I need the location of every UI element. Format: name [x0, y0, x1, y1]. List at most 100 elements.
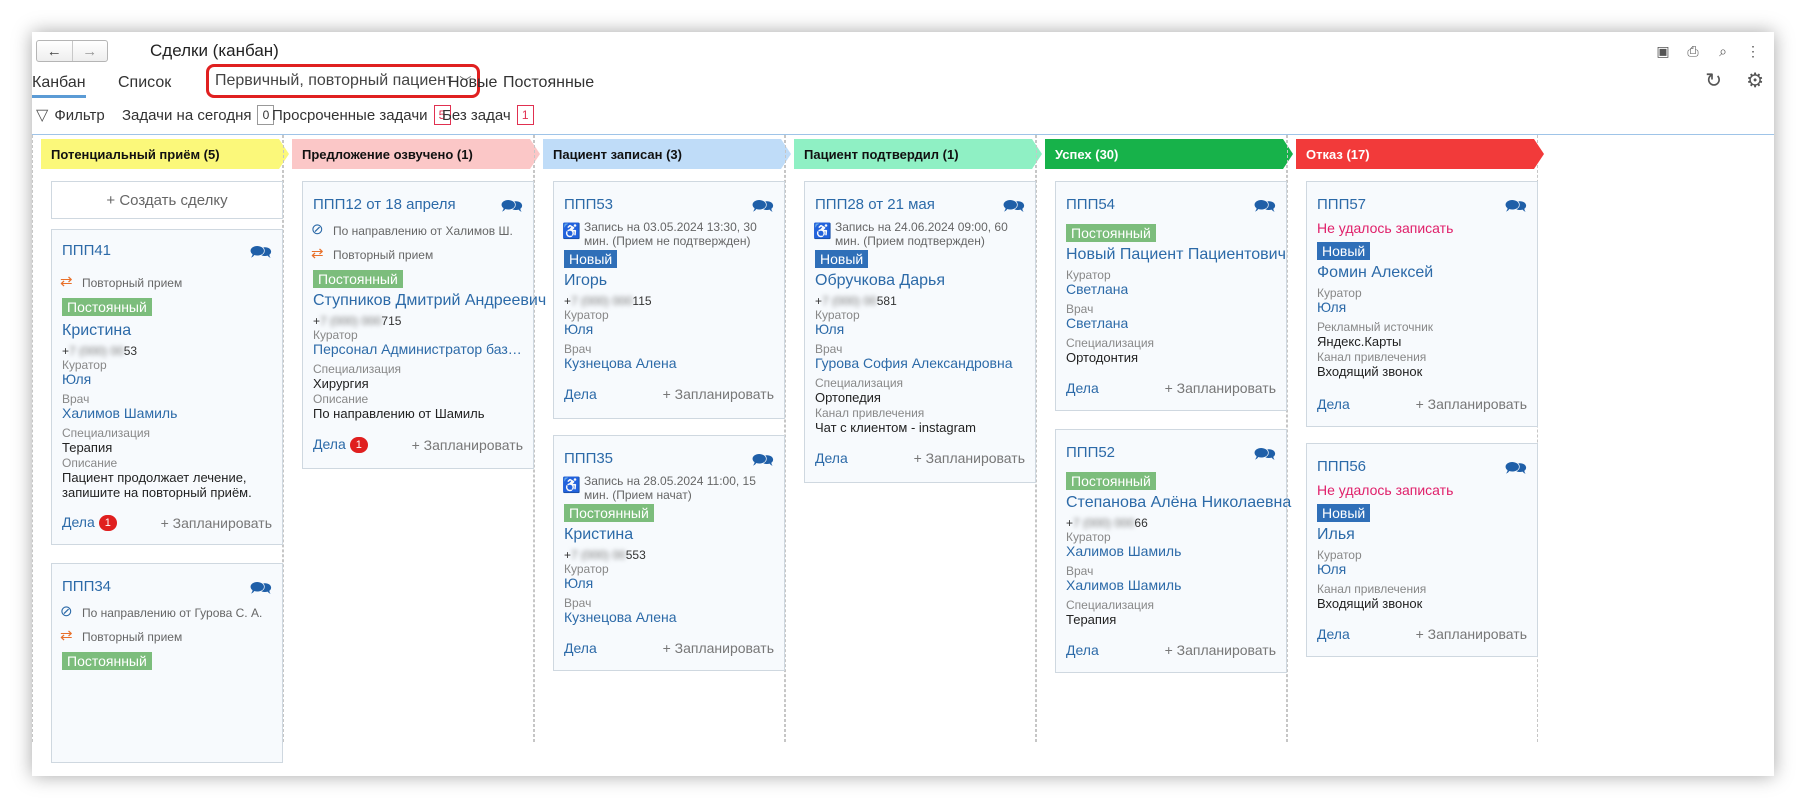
patient-name[interactable]: Игорь — [564, 272, 607, 290]
doctor-value[interactable]: Светлана — [1066, 315, 1128, 331]
doctor-value[interactable]: Кузнецова Алена — [564, 355, 677, 371]
plan-button[interactable]: + Запланировать — [161, 515, 272, 531]
deal-card[interactable]: ППП28 от 21 мая 🗪 ♿ Запись на 24.06.2024… — [804, 181, 1036, 483]
curator-value[interactable]: Светлана — [1066, 281, 1128, 297]
create-deal-button[interactable]: + Создать сделку — [51, 181, 283, 219]
deals-count: 1 — [349, 437, 368, 454]
deals-link[interactable]: Дела — [564, 386, 597, 402]
compass-icon: ⊘ — [60, 603, 73, 620]
forward-button[interactable]: → — [71, 41, 108, 61]
curator-value[interactable]: Юля — [1317, 561, 1346, 577]
channel-label: Канал привлечения — [1317, 582, 1427, 596]
doctor-value[interactable]: Кузнецова Алена — [564, 609, 677, 625]
plan-button[interactable]: + Запланировать — [1165, 380, 1276, 396]
patient-name[interactable]: Фомин Алексей — [1317, 264, 1433, 282]
plan-button[interactable]: + Запланировать — [1416, 626, 1527, 642]
patient-name[interactable]: Кристина — [564, 526, 633, 544]
filter-button[interactable]: ▽ Фильтр — [36, 105, 105, 125]
no-tasks-filter[interactable]: Без задач 1 — [442, 105, 534, 125]
deal-title[interactable]: ППП12 от 18 апреля — [313, 196, 456, 213]
deal-title[interactable]: ППП52 — [1066, 444, 1115, 461]
refresh-icon[interactable]: ↻ — [1705, 68, 1722, 93]
deal-title[interactable]: ППП35 — [564, 450, 613, 467]
tab-list[interactable]: Список — [118, 74, 171, 92]
overdue-tasks-filter[interactable]: Просроченные задачи 5 — [272, 105, 451, 125]
patient-phone: +7 (000) 00553 — [564, 548, 646, 562]
column-booked: Пациент записан (3) ППП53 🗪 ♿ Запись на … — [534, 135, 785, 742]
chat-icon[interactable]: 🗪 — [1505, 456, 1527, 486]
patient-name[interactable]: Новый Пациент Пациентович — [1066, 246, 1286, 264]
specialization-value: Терапия — [62, 440, 113, 455]
gear-icon[interactable]: ⚙ — [1746, 68, 1764, 93]
deal-title[interactable]: ППП41 — [62, 242, 111, 259]
plan-button[interactable]: + Запланировать — [663, 640, 774, 656]
deal-title[interactable]: ППП54 — [1066, 196, 1115, 213]
deal-card[interactable]: ППП35 🗪 ♿ Запись на 28.05.2024 11:00, 15… — [553, 435, 785, 671]
chat-icon[interactable]: 🗪 — [250, 240, 272, 270]
deal-card[interactable]: ППП52 🗪 Постоянный Степанова Алёна Никол… — [1055, 429, 1291, 673]
deal-title[interactable]: ППП53 — [564, 196, 613, 213]
doctor-value[interactable]: Гурова София Александровна — [815, 355, 1013, 371]
deals-link[interactable]: Дела — [1317, 626, 1350, 642]
doctor-value[interactable]: Халимов Шамиль — [62, 405, 177, 421]
chat-icon[interactable]: 🗪 — [1254, 194, 1276, 224]
chat-icon[interactable]: 🗪 — [250, 576, 272, 606]
patient-name[interactable]: Ступников Дмитрий Андреевич — [313, 292, 546, 310]
deal-card[interactable]: ППП54 🗪 Постоянный Новый Пациент Пациент… — [1055, 181, 1287, 411]
deal-card[interactable]: ППП53 🗪 ♿ Запись на 03.05.2024 13:30, 30… — [553, 181, 785, 419]
chat-icon[interactable]: 🗪 — [501, 194, 523, 224]
curator-value[interactable]: Юля — [62, 371, 91, 387]
quick-filter-permanent[interactable]: Постоянные — [503, 74, 594, 92]
curator-value[interactable]: Халимов Шамиль — [1066, 543, 1181, 559]
deal-title[interactable]: ППП57 — [1317, 196, 1366, 213]
more-icon[interactable]: ⋮ — [1744, 42, 1762, 60]
curator-label: Куратор — [815, 308, 860, 322]
status-badge: Постоянный — [1066, 224, 1156, 242]
tab-kanban[interactable]: Канбан — [32, 74, 86, 98]
deals-link[interactable]: Дела — [564, 640, 597, 656]
curator-label: Куратор — [1066, 530, 1111, 544]
patient-type-dropdown[interactable]: Первичный, повторный пациент ﹀ — [206, 64, 481, 98]
curator-value[interactable]: Юля — [1317, 299, 1346, 315]
preview-icon[interactable]: ⌕ — [1714, 42, 1732, 60]
description-value: Пациент продолжает лечение, запишите на … — [62, 470, 252, 500]
deal-card[interactable]: ППП56 🗪 Не удалось записать Новый Илья К… — [1306, 443, 1538, 657]
deal-card[interactable]: ППП12 от 18 апреля 🗪 ⊘ По направлению от… — [302, 181, 546, 469]
print-icon[interactable]: ⎙ — [1684, 42, 1702, 60]
deals-link[interactable]: Дела — [1066, 642, 1099, 658]
quick-filter-new[interactable]: Новые — [448, 74, 497, 92]
back-button[interactable]: ← — [37, 41, 72, 61]
patient-name[interactable]: Илья — [1317, 526, 1355, 544]
deal-title[interactable]: ППП56 — [1317, 458, 1366, 475]
patient-phone: +7 (000) 00581 — [815, 294, 897, 308]
patient-name[interactable]: Обручкова Дарья — [815, 272, 945, 290]
curator-value[interactable]: Персонал Администратор базы да... — [313, 341, 528, 357]
curator-value[interactable]: Юля — [564, 321, 593, 337]
deal-title[interactable]: ППП28 от 21 мая — [815, 196, 935, 213]
plan-button[interactable]: + Запланировать — [1165, 642, 1276, 658]
chat-icon[interactable]: 🗪 — [1505, 194, 1527, 224]
deals-link[interactable]: Дела — [1066, 380, 1099, 396]
deals-link[interactable]: Дела 1 — [62, 514, 117, 532]
deals-link[interactable]: Дела — [815, 450, 848, 466]
deals-link[interactable]: Дела — [1317, 396, 1350, 412]
deal-card[interactable]: ППП41 🗪 ⇄ Повторный прием Постоянный Кри… — [51, 229, 283, 545]
plan-button[interactable]: + Запланировать — [914, 450, 1025, 466]
doctor-value[interactable]: Халимов Шамиль — [1066, 577, 1181, 593]
chat-icon[interactable]: 🗪 — [1254, 442, 1276, 472]
curator-value[interactable]: Юля — [815, 321, 844, 337]
plan-button[interactable]: + Запланировать — [1416, 396, 1527, 412]
deal-card[interactable]: ППП34 🗪 ⊘ По направлению от Гурова С. А.… — [51, 563, 283, 763]
patient-name[interactable]: Кристина — [62, 322, 131, 340]
plan-button[interactable]: + Запланировать — [663, 386, 774, 402]
curator-value[interactable]: Юля — [564, 575, 593, 591]
curator-label: Куратор — [1317, 548, 1362, 562]
deals-link[interactable]: Дела 1 — [313, 436, 368, 454]
curator-label: Куратор — [1317, 286, 1362, 300]
save-icon[interactable]: ▣ — [1654, 42, 1672, 60]
today-tasks-filter[interactable]: Задачи на сегодня 0 — [122, 105, 275, 125]
plan-button[interactable]: + Запланировать — [412, 437, 523, 453]
deal-title[interactable]: ППП34 — [62, 578, 111, 595]
deal-card[interactable]: ППП57 🗪 Не удалось записать Новый Фомин … — [1306, 181, 1538, 427]
patient-name[interactable]: Степанова Алёна Николаевна — [1066, 494, 1291, 512]
